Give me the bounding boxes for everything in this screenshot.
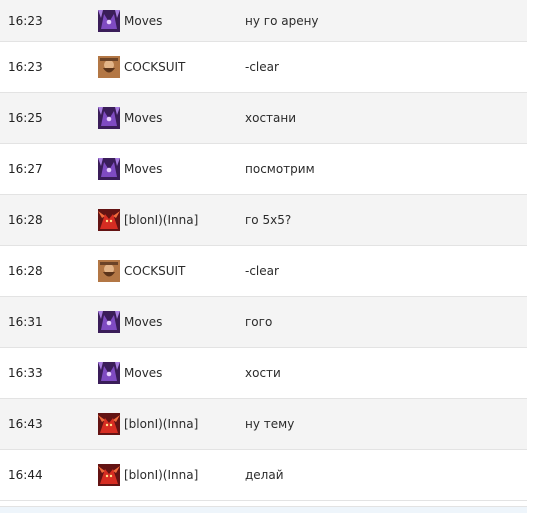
message-player[interactable]: Moves [98,107,162,129]
message-time: 16:23 [8,60,43,74]
message-text: посмотрим [245,162,315,176]
message-time: 16:31 [8,315,43,329]
player-name[interactable]: COCKSUIT [124,264,185,278]
message-player[interactable]: [blonI)(Inna] [98,209,198,231]
chat-row: 16:43 [blonI)(Inna] ну тему [0,399,527,450]
chat-row: 16:28 [blonI)(Inna] го 5x5? [0,195,527,246]
player-name[interactable]: Moves [124,14,162,28]
night-elf-icon [98,9,120,32]
chat-row: 16:44 [blonI)(Inna] делай [0,450,527,501]
message-text: делай [245,468,284,482]
demon-icon [98,464,120,486]
chat-row: 16:25 Moves хостани [0,93,527,144]
message-text: -clear [245,60,279,74]
message-time: 16:43 [8,417,43,431]
chat-row: 16:23 COCKSUIT -clear [0,42,527,93]
night-elf-icon [98,311,120,333]
message-player[interactable]: COCKSUIT [98,260,185,282]
chat-row: 16:31 Moves гого [0,297,527,348]
message-player[interactable]: [blonI)(Inna] [98,464,198,486]
message-player[interactable]: [blonI)(Inna] [98,413,198,435]
right-margin [527,0,547,512]
player-name[interactable]: Moves [124,162,162,176]
chat-row: 16:27 Moves посмотрим [0,144,527,195]
message-time: 16:28 [8,264,43,278]
message-text: ну тему [245,417,295,431]
night-elf-icon [98,362,120,384]
message-player[interactable]: Moves [98,362,162,384]
chat-log: 16:23 Moves ну го арену 16:23 COCKSUIT -… [0,0,527,512]
message-text: хости [245,366,281,380]
message-time: 16:25 [8,111,43,125]
player-name[interactable]: Moves [124,366,162,380]
message-player[interactable]: COCKSUIT [98,56,185,78]
player-name[interactable]: [blonI)(Inna] [124,468,198,482]
demon-icon [98,209,120,231]
player-name[interactable]: Moves [124,111,162,125]
night-elf-icon [98,158,120,180]
chat-row: 16:33 Moves хости [0,348,527,399]
message-player[interactable]: Moves [98,311,162,333]
message-text: го 5x5? [245,213,292,227]
message-time: 16:33 [8,366,43,380]
demon-icon [98,413,120,435]
message-time: 16:23 [8,13,43,28]
message-player[interactable]: Moves [98,9,162,32]
message-text: ну го арену [245,13,319,28]
night-elf-icon [98,107,120,129]
chat-row: 16:23 Moves ну го арену [0,0,527,42]
dwarf-icon [98,56,120,78]
dwarf-icon [98,260,120,282]
message-player[interactable]: Moves [98,158,162,180]
player-name[interactable]: COCKSUIT [124,60,185,74]
player-name[interactable]: [blonI)(Inna] [124,417,198,431]
message-text: гого [245,315,273,329]
chat-row: 16:28 COCKSUIT -clear [0,246,527,297]
message-time: 16:28 [8,213,43,227]
message-text: -clear [245,264,279,278]
message-time: 16:27 [8,162,43,176]
message-time: 16:44 [8,468,43,482]
message-text: хостани [245,111,297,125]
player-name[interactable]: Moves [124,315,162,329]
player-name[interactable]: [blonI)(Inna] [124,213,198,227]
